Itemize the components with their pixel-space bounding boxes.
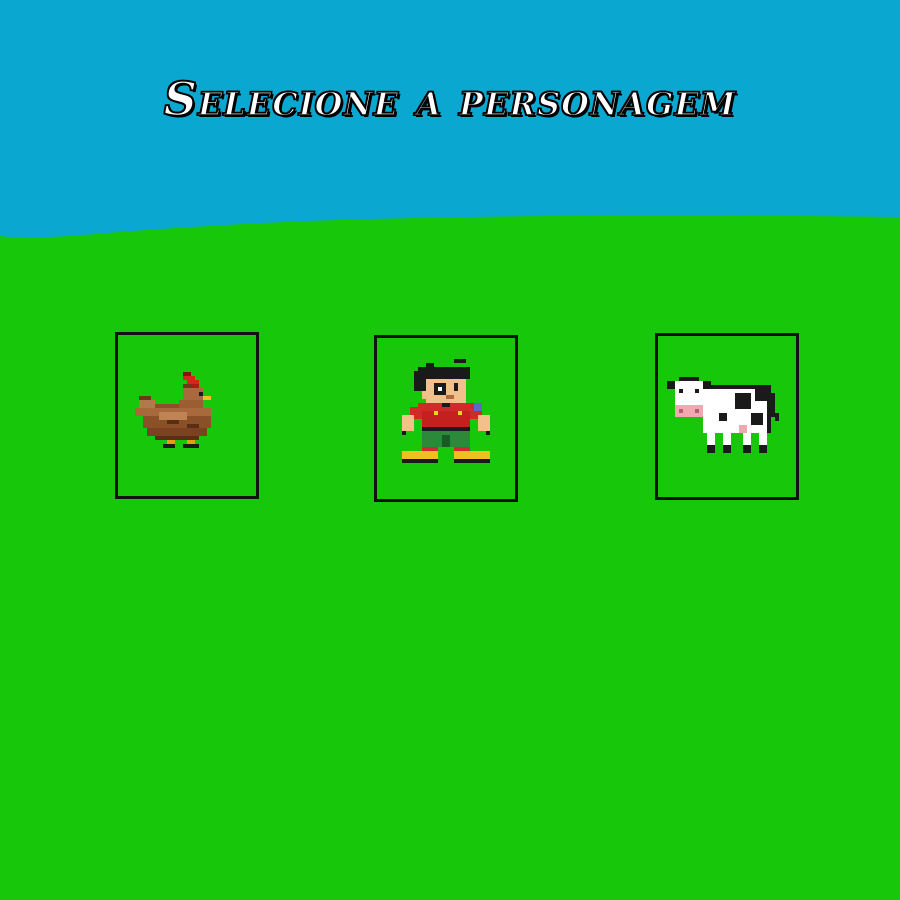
cow-sprite-icon bbox=[667, 376, 779, 453]
chicken-sprite-icon bbox=[135, 371, 211, 448]
screen-title: Selecione a personagem bbox=[163, 71, 737, 127]
character-select-screen: Selecione a personagem bbox=[0, 0, 900, 900]
character-card-cow[interactable] bbox=[655, 333, 799, 500]
character-card-player[interactable] bbox=[374, 335, 518, 502]
boy-player-sprite-icon bbox=[402, 358, 490, 463]
character-card-chicken[interactable] bbox=[115, 332, 259, 499]
